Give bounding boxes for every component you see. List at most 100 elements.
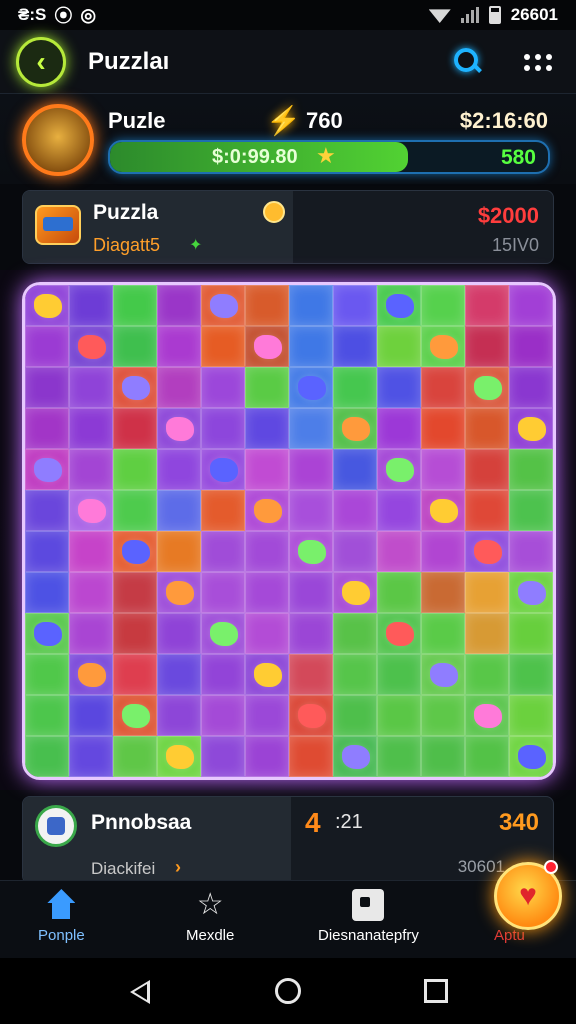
nav-item-aptu[interactable]: Aptu — [494, 927, 525, 944]
back-icon[interactable] — [130, 980, 150, 1004]
board-cell[interactable] — [157, 654, 201, 695]
nav-item-home[interactable]: Ponple — [38, 889, 85, 944]
board-cell[interactable] — [69, 695, 113, 736]
board-cell[interactable] — [113, 695, 157, 736]
game-piece[interactable] — [386, 458, 414, 482]
board-cell[interactable] — [333, 490, 377, 531]
board-cell[interactable] — [201, 367, 245, 408]
board-cell[interactable] — [509, 490, 553, 531]
recents-icon[interactable] — [424, 979, 448, 1003]
board-cell[interactable] — [509, 654, 553, 695]
game-piece[interactable] — [78, 335, 106, 359]
board-cell[interactable] — [25, 654, 69, 695]
board-cell[interactable] — [377, 695, 421, 736]
board-cell[interactable] — [465, 449, 509, 490]
board-cell[interactable] — [465, 695, 509, 736]
game-piece[interactable] — [342, 745, 370, 769]
board-cell[interactable] — [69, 326, 113, 367]
game-piece[interactable] — [474, 376, 502, 400]
board-cell[interactable] — [113, 572, 157, 613]
board-cell[interactable] — [377, 654, 421, 695]
board-cell[interactable] — [201, 285, 245, 326]
board-cell[interactable] — [201, 408, 245, 449]
board-cell[interactable] — [245, 490, 289, 531]
board-cell[interactable] — [113, 613, 157, 654]
board-cell[interactable] — [201, 613, 245, 654]
game-piece[interactable] — [430, 499, 458, 523]
game-piece[interactable] — [210, 458, 238, 482]
board-cell[interactable] — [245, 531, 289, 572]
board-cell[interactable] — [289, 449, 333, 490]
board-cell[interactable] — [509, 572, 553, 613]
game-piece[interactable] — [78, 499, 106, 523]
board-cell[interactable] — [289, 490, 333, 531]
board-cell[interactable] — [289, 654, 333, 695]
board-cell[interactable] — [421, 695, 465, 736]
board-cell[interactable] — [289, 367, 333, 408]
board-cell[interactable] — [69, 408, 113, 449]
board-cell[interactable] — [113, 654, 157, 695]
board-cell[interactable] — [25, 408, 69, 449]
board-cell[interactable] — [69, 736, 113, 777]
game-piece[interactable] — [298, 704, 326, 728]
board-cell[interactable] — [465, 736, 509, 777]
board-cell[interactable] — [157, 531, 201, 572]
board-cell[interactable] — [113, 736, 157, 777]
board-cell[interactable] — [421, 736, 465, 777]
board-cell[interactable] — [465, 408, 509, 449]
board-cell[interactable] — [25, 613, 69, 654]
game-piece[interactable] — [386, 622, 414, 646]
board-cell[interactable] — [509, 736, 553, 777]
nav-item-puzzle[interactable]: Diesnanatepfry — [318, 889, 419, 944]
board-cell[interactable] — [157, 367, 201, 408]
board-cell[interactable] — [509, 449, 553, 490]
board-cell[interactable] — [245, 326, 289, 367]
board-cell[interactable] — [69, 531, 113, 572]
board-cell[interactable] — [377, 613, 421, 654]
board-cell[interactable] — [25, 531, 69, 572]
board-cell[interactable] — [421, 326, 465, 367]
back-button[interactable]: ‹ — [16, 36, 66, 87]
level-card[interactable]: Puzzla Diagatt5 ✦ $2000 15IV0 — [22, 190, 554, 264]
board-cell[interactable] — [377, 531, 421, 572]
board-cell[interactable] — [201, 531, 245, 572]
board-cell[interactable] — [289, 326, 333, 367]
board-cell[interactable] — [25, 367, 69, 408]
board-cell[interactable] — [465, 490, 509, 531]
board-cell[interactable] — [377, 367, 421, 408]
board-cell[interactable] — [333, 695, 377, 736]
game-piece[interactable] — [166, 417, 194, 441]
puzzle-board[interactable] — [22, 282, 556, 780]
board-cell[interactable] — [509, 531, 553, 572]
board-cell[interactable] — [509, 408, 553, 449]
board-cell[interactable] — [465, 367, 509, 408]
board-cell[interactable] — [113, 285, 157, 326]
game-piece[interactable] — [386, 294, 414, 318]
board-cell[interactable] — [69, 449, 113, 490]
game-piece[interactable] — [298, 540, 326, 564]
game-piece[interactable] — [34, 458, 62, 482]
board-cell[interactable] — [289, 572, 333, 613]
board-cell[interactable] — [25, 285, 69, 326]
board-cell[interactable] — [25, 695, 69, 736]
board-cell[interactable] — [25, 736, 69, 777]
board-cell[interactable] — [333, 326, 377, 367]
board-cell[interactable] — [465, 654, 509, 695]
board-cell[interactable] — [465, 572, 509, 613]
game-piece[interactable] — [518, 581, 546, 605]
board-cell[interactable] — [113, 408, 157, 449]
board-cell[interactable] — [25, 490, 69, 531]
game-piece[interactable] — [122, 704, 150, 728]
game-piece[interactable] — [34, 294, 62, 318]
board-cell[interactable] — [201, 654, 245, 695]
board-cell[interactable] — [333, 572, 377, 613]
game-piece[interactable] — [474, 540, 502, 564]
board-cell[interactable] — [377, 490, 421, 531]
board-cell[interactable] — [333, 613, 377, 654]
board-cell[interactable] — [245, 367, 289, 408]
board-cell[interactable] — [289, 736, 333, 777]
game-piece[interactable] — [122, 540, 150, 564]
board-cell[interactable] — [69, 654, 113, 695]
board-cell[interactable] — [201, 490, 245, 531]
board-cell[interactable] — [377, 408, 421, 449]
